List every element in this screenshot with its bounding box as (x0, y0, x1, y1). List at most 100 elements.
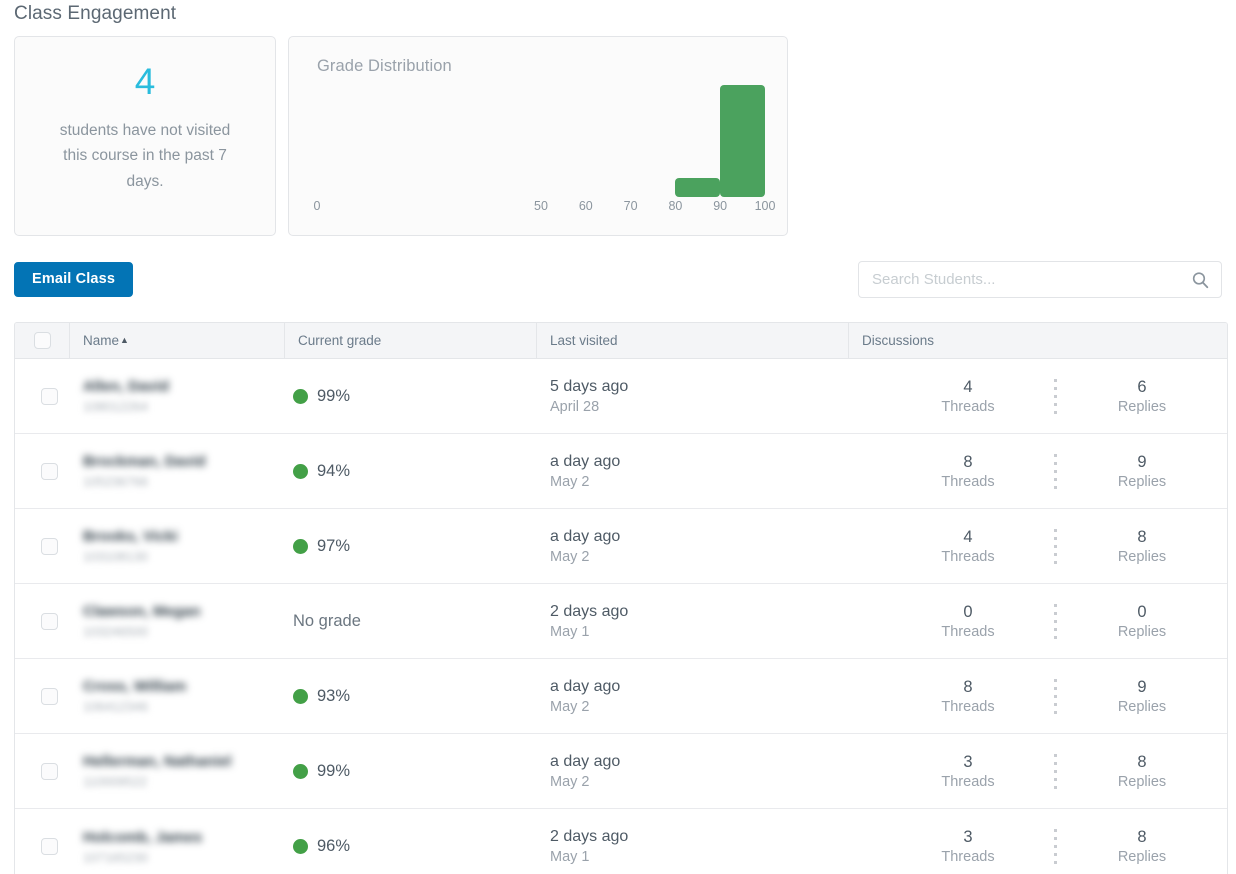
current-grade-value: 93% (317, 686, 351, 705)
table-row[interactable]: Clawson, Megan 103246500 No grade 2 days ag… (15, 584, 1227, 659)
replies-count: 9 (1137, 677, 1147, 696)
grade-status-dot (293, 463, 308, 479)
email-class-button[interactable]: Email Class (14, 262, 134, 297)
last-visited-cell: 5 days ago April 28 (537, 359, 849, 433)
row-select-cell (15, 809, 70, 874)
last-visited-date: April 28 (550, 398, 600, 415)
row-select-checkbox[interactable] (40, 762, 58, 780)
x-axis-tick: 80 (668, 199, 683, 213)
threads-label: Threads (941, 773, 995, 790)
student-name: Brooks, Vicki (83, 528, 178, 545)
last-visited-date: May 1 (550, 623, 590, 640)
table-row[interactable]: Holcomb, James 107165230 96% 2 days ago May … (15, 809, 1227, 874)
student-name-cell[interactable]: Brockman, David 105236766 (70, 434, 285, 508)
last-visited-cell: 2 days ago May 1 (537, 584, 849, 658)
class-engagement-page: Class Engagement 4 students have not vis… (0, 0, 1236, 874)
last-visited-cell: a day ago May 2 (537, 509, 849, 583)
student-name-cell[interactable]: Cross, William 106412346 (70, 659, 285, 733)
student-name: Brockman, David (83, 453, 206, 470)
threads-count: 4 (963, 377, 973, 396)
column-header-name[interactable]: Name ▲ (70, 323, 285, 358)
threads-count: 3 (963, 752, 973, 771)
current-grade-value: 97% (317, 536, 351, 555)
replies-label: Replies (1117, 473, 1167, 490)
last-visited-date: May 1 (550, 849, 590, 865)
x-axis-tick: 50 (534, 199, 548, 213)
current-grade-value: 94% (317, 461, 351, 480)
discussions-cell: 0 Threads 0 Replies (849, 584, 1227, 658)
replies-label: Replies (1117, 548, 1167, 565)
discussions-cell: 4 Threads 8 Replies (849, 509, 1227, 583)
threads-label: Threads (941, 849, 995, 865)
student-id: 108012264 (83, 399, 149, 414)
threads-metric: 0 Threads (883, 603, 1053, 640)
column-header-current-grade[interactable]: Current grade (285, 323, 537, 358)
student-name-cell[interactable]: Allen, David 108012264 (70, 359, 285, 433)
current-grade-value: 99% (317, 761, 351, 780)
replies-label: Replies (1117, 773, 1167, 790)
student-name-cell[interactable]: Hellerman, Nathaniel 110009522 (70, 734, 285, 808)
student-name-cell[interactable]: Clawson, Megan 103246500 (70, 584, 285, 658)
current-grade-cell: No grade (285, 584, 537, 658)
row-select-cell (15, 659, 70, 733)
inactive-students-count: 4 (134, 61, 156, 102)
row-select-checkbox[interactable] (40, 838, 58, 855)
grade-status-dot (293, 763, 308, 779)
last-visited-date: May 2 (550, 698, 590, 715)
threads-count: 8 (963, 452, 973, 471)
table-row[interactable]: Hellerman, Nathaniel 110009522 99% a day ag… (15, 734, 1227, 809)
last-visited-cell: a day ago May 2 (537, 434, 849, 508)
threads-label: Threads (941, 623, 995, 640)
student-name: Hellerman, Nathaniel (83, 753, 232, 770)
x-axis-tick: 0 (313, 199, 321, 213)
row-select-checkbox[interactable] (40, 462, 58, 480)
table-row[interactable]: Cross, William 106412346 93% a day ago May 2… (15, 659, 1227, 734)
last-visited-date: May 2 (550, 548, 590, 565)
row-select-checkbox[interactable] (40, 612, 58, 630)
x-axis-tick: 90 (713, 199, 728, 213)
inactive-students-card: 4 students have not visited this course … (14, 36, 276, 236)
current-grade-value: 99% (317, 386, 351, 405)
threads-metric: 8 Threads (883, 678, 1053, 715)
discussions-cell: 8 Threads 9 Replies (849, 434, 1227, 508)
replies-metric: 9 Replies (1057, 678, 1227, 715)
student-name-cell[interactable]: Brooks, Vicki 103108130 (70, 509, 285, 583)
row-select-cell (15, 734, 70, 808)
current-grade-cell: 93% (285, 659, 537, 733)
student-name: Holcomb, James (83, 828, 203, 846)
search-students-input[interactable] (858, 261, 1222, 298)
threads-label: Threads (941, 548, 995, 565)
current-grade-value: No grade (293, 611, 361, 630)
row-select-checkbox[interactable] (40, 537, 58, 555)
replies-count: 9 (1137, 452, 1147, 471)
replies-metric: 8 Replies (1057, 753, 1227, 790)
column-header-discussions[interactable]: Discussions (849, 323, 1227, 358)
student-name: Allen, David (83, 378, 169, 395)
table-row[interactable]: Allen, David 108012264 99% 5 days ago April … (15, 359, 1227, 434)
row-select-checkbox[interactable] (40, 387, 58, 405)
discussions-cell: 4 Threads 6 Replies (849, 359, 1227, 433)
table-row[interactable]: Brooks, Vicki 103108130 97% a day ago May 2 4… (15, 509, 1227, 584)
replies-count: 6 (1137, 377, 1147, 396)
grade-status-dot (293, 688, 308, 704)
grade-status-dot (293, 538, 308, 554)
select-all-checkbox[interactable] (33, 332, 51, 349)
replies-label: Replies (1117, 623, 1167, 640)
table-row[interactable]: Brockman, David 105236766 94% a day ago May … (15, 434, 1227, 509)
grade-distribution-x-axis: 0 50 60 70 80 90 100 (313, 199, 776, 217)
row-select-cell (15, 584, 70, 658)
student-name-cell[interactable]: Holcomb, James 107165230 (70, 809, 285, 874)
column-header-last-visited[interactable]: Last visited (537, 323, 849, 358)
last-visited-relative: 5 days ago (550, 377, 629, 395)
grade-status-dot (293, 388, 308, 404)
threads-metric: 3 Threads (883, 828, 1053, 865)
student-name: Cross, William (83, 678, 187, 695)
table-header-row: Name ▲ Current grade Last visited Discuss… (15, 323, 1227, 359)
page-title: Class Engagement (14, 3, 177, 24)
row-select-checkbox[interactable] (40, 687, 58, 705)
threads-metric: 8 Threads (883, 453, 1053, 490)
last-visited-relative: a day ago (550, 677, 621, 695)
x-axis-tick: 60 (578, 199, 593, 213)
search-students-wrapper (858, 261, 1222, 298)
last-visited-cell: 2 days ago May 1 (537, 809, 849, 874)
